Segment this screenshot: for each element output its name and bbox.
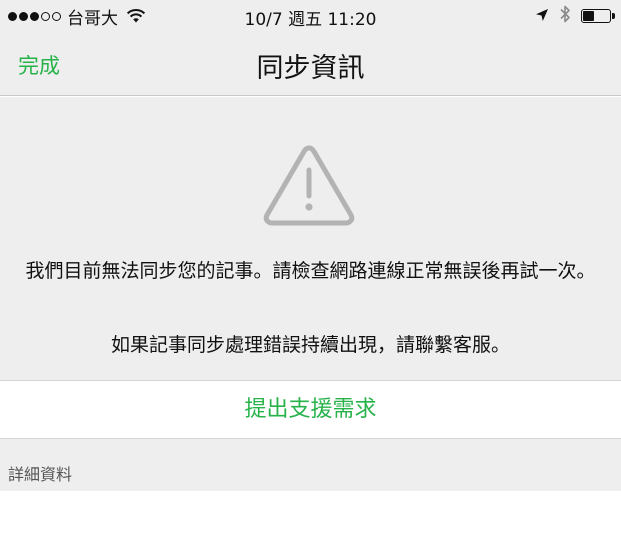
details-section-label: 詳細資料 — [8, 465, 73, 484]
battery-level — [583, 11, 594, 21]
submit-support-request-button[interactable]: 提出支援需求 — [0, 380, 621, 439]
battery-nub — [612, 13, 615, 19]
location-arrow-icon — [535, 6, 549, 27]
warning-triangle-icon — [262, 143, 356, 227]
battery-icon — [581, 9, 615, 23]
navigation-bar: 完成 同步資訊 — [0, 32, 621, 96]
sync-error-message: 我們目前無法同步您的記事。請檢查網路連線正常無誤後再試一次。 — [25, 260, 596, 282]
status-bar: 台哥大 10/7 週五 11:20 — [0, 0, 621, 32]
status-time: 10/7 週五 11:20 — [244, 10, 377, 30]
support-hint-message: 如果記事同步處理錯誤持續出現，請聯繫客服。 — [110, 334, 510, 356]
bluetooth-icon — [559, 4, 571, 29]
page-title: 同步資訊 — [256, 53, 365, 84]
status-right — [535, 4, 615, 29]
sync-info-screen: 台哥大 10/7 週五 11:20 完成 同步資訊 我們目前無法同步您的記事。請… — [0, 0, 621, 535]
details-area — [0, 491, 621, 535]
sync-error-panel: 我們目前無法同步您的記事。請檢查網路連線正常無誤後再試一次。 如果記事同步處理錯… — [0, 97, 621, 491]
